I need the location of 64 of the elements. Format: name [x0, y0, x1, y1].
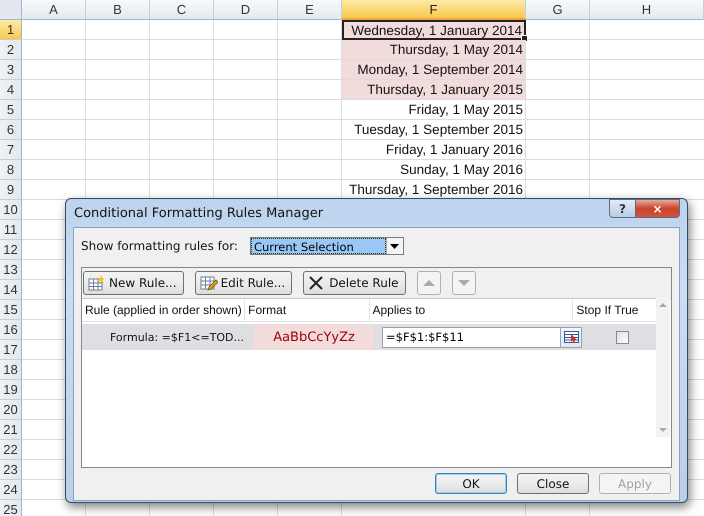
delete-rule-button[interactable]: Delete Rule [303, 271, 406, 295]
dialog-button[interactable]: Close [517, 473, 589, 494]
column-header[interactable]: F [342, 0, 526, 20]
row-header[interactable]: 20 [0, 400, 22, 420]
field-label: Show formatting rules for: [81, 239, 238, 253]
column-header[interactable]: H [590, 0, 704, 20]
new-rule-button[interactable]: New Rule... [83, 271, 184, 295]
row-header[interactable]: 22 [0, 440, 22, 460]
column-header[interactable]: D [214, 0, 278, 20]
close-button[interactable]: × [636, 199, 680, 218]
row-header[interactable]: 9 [0, 180, 22, 200]
select-all-corner[interactable] [0, 0, 22, 20]
row-header[interactable]: 4 [0, 80, 22, 100]
range-field[interactable]: =$F$1:$F$11 [382, 326, 582, 348]
row-header[interactable]: 15 [0, 300, 22, 320]
help-button[interactable]: ? [609, 199, 636, 218]
range-select-icon [564, 331, 578, 343]
row-header[interactable]: 11 [0, 220, 22, 240]
row-header[interactable]: 7 [0, 140, 22, 160]
row-header[interactable]: 5 [0, 100, 22, 120]
column-header[interactable]: E [278, 0, 342, 20]
row-header[interactable]: 3 [0, 60, 22, 80]
scope-dropdown[interactable]: Current Selection [250, 237, 404, 255]
column-header[interactable]: G [526, 0, 590, 20]
range-picker-button[interactable] [560, 328, 581, 346]
column-header: Format [245, 299, 370, 321]
table-cell[interactable]: Monday, 1 September 2014 [342, 60, 526, 80]
up-arrow-icon [422, 278, 436, 288]
table-cell[interactable]: Wednesday, 1 January 2014 [342, 20, 526, 40]
table-pencil-icon [200, 275, 218, 291]
row-header[interactable]: 17 [0, 340, 22, 360]
window-title: Conditional Formatting Rules Manager [73, 206, 324, 220]
row-header[interactable]: 6 [0, 120, 22, 140]
column-header: Rule (applied in order shown) [82, 299, 246, 321]
table-star-icon [88, 275, 106, 291]
row-header[interactable]: 25 [0, 500, 22, 516]
row-header[interactable]: 21 [0, 420, 22, 440]
row-header[interactable]: 10 [0, 200, 22, 220]
dropdown-arrow-icon [390, 244, 400, 248]
row-header[interactable]: 13 [0, 260, 22, 280]
column-header[interactable]: C [150, 0, 214, 20]
row-header[interactable]: 19 [0, 380, 22, 400]
column-header: Stop If True [575, 302, 640, 319]
edit-rule-button[interactable]: Edit Rule... [194, 271, 292, 295]
format-preview: AaBbCcYyZz [254, 324, 374, 350]
rule-text: Formula: =$F1<=TOD... [109, 330, 245, 346]
rule-row[interactable]: Formula: =$F1<=TOD... AaBbCcYyZz =$F$1:$F$11 [82, 324, 656, 350]
row-header[interactable]: 12 [0, 240, 22, 260]
row-header[interactable]: 2 [0, 40, 22, 60]
down-arrow-icon [456, 278, 471, 288]
dialog-button[interactable]: OK [435, 473, 507, 494]
column-header: Applies to [370, 299, 574, 321]
column-header[interactable]: A [22, 0, 86, 20]
row-header[interactable]: 18 [0, 360, 22, 380]
row-header[interactable]: 16 [0, 320, 22, 340]
table-cell[interactable]: Thursday, 1 May 2014 [342, 40, 526, 60]
row-header[interactable]: 24 [0, 480, 22, 500]
row-header[interactable]: 23 [0, 460, 22, 480]
row-header[interactable]: 1 [0, 20, 22, 40]
row-header[interactable]: 8 [0, 160, 22, 180]
column-header[interactable]: B [86, 0, 150, 20]
stop-if-true-checkbox[interactable] [616, 330, 628, 344]
row-header[interactable]: 14 [0, 280, 22, 300]
table-cell[interactable]: Thursday, 1 January 2015 [342, 80, 526, 100]
